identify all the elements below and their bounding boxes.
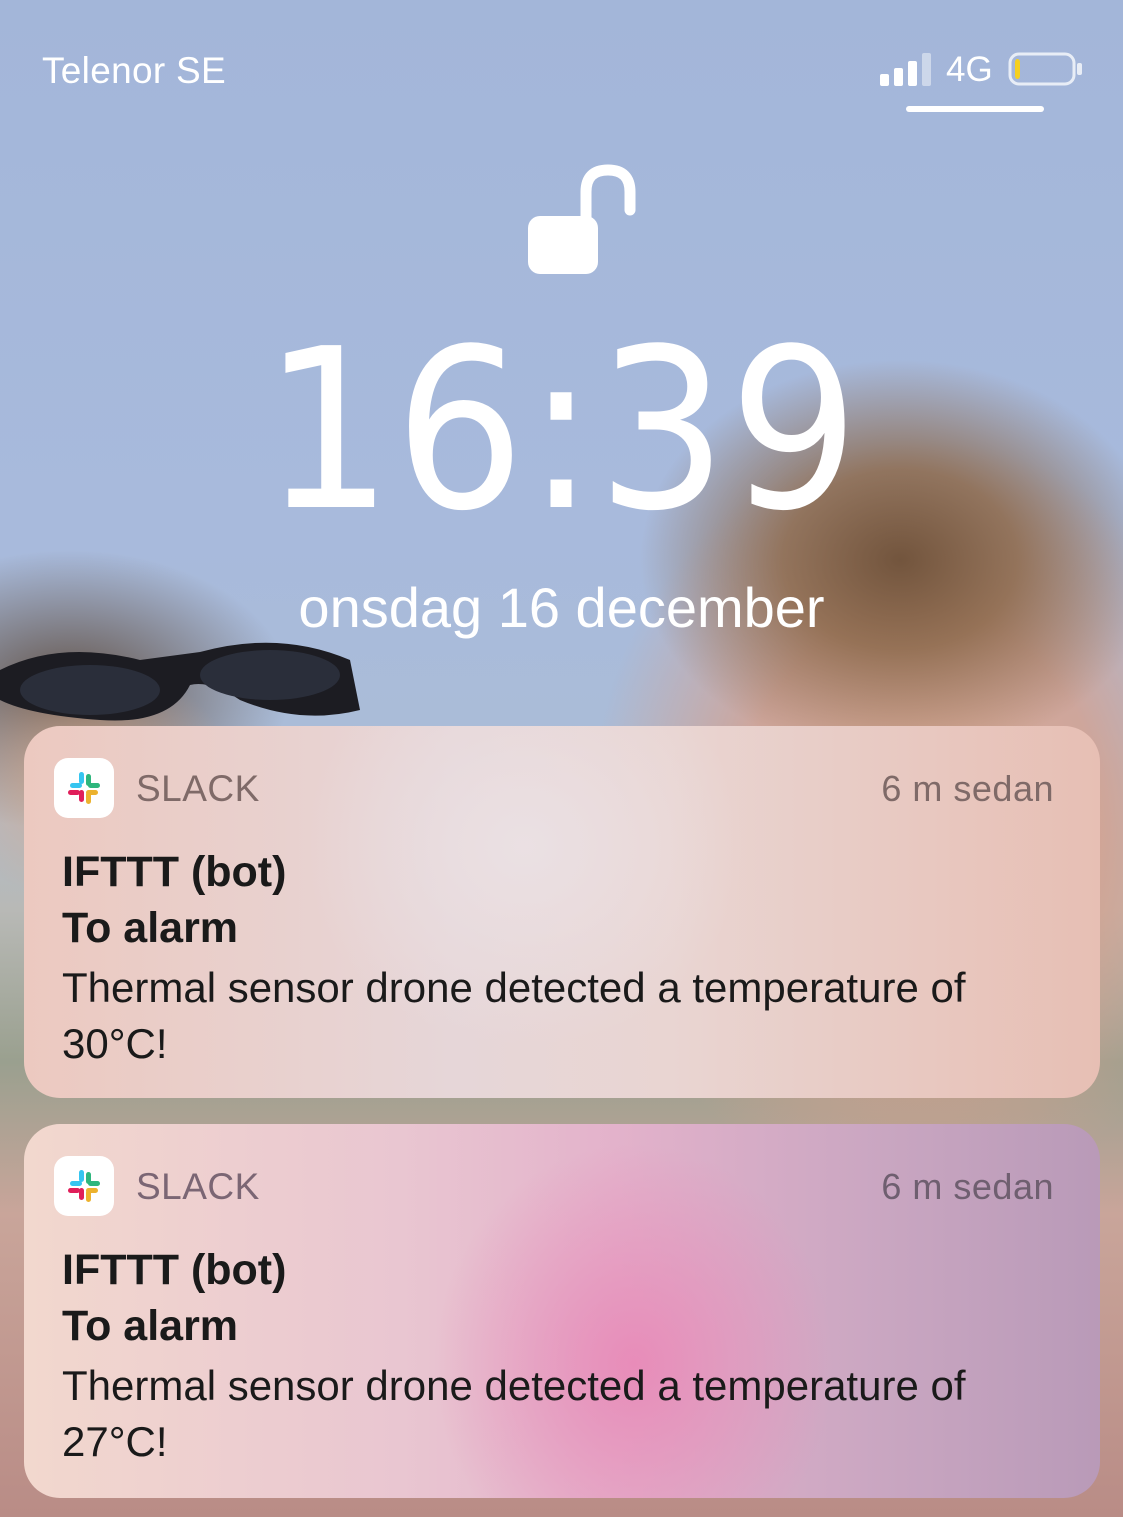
- sunglasses-image: [0, 642, 360, 721]
- status-bar: Telenor SE 4G: [0, 0, 1123, 120]
- slack-logo-icon: [68, 772, 100, 804]
- notification-app-name: SLACK: [136, 768, 260, 809]
- clock-time: 16:39: [262, 302, 861, 560]
- notification-card[interactable]: SLACK 6 m sedan IFTTT (bot) To alarm The…: [24, 726, 1100, 1098]
- network-type-label: 4G: [946, 50, 993, 89]
- slack-logo-icon: [68, 1170, 100, 1202]
- notification-app-name: SLACK: [136, 1166, 260, 1207]
- control-center-indicator[interactable]: [906, 106, 1044, 112]
- notification-channel: To alarm: [62, 1302, 239, 1350]
- notification-channel: To alarm: [62, 904, 239, 952]
- notification-card[interactable]: SLACK 6 m sedan IFTTT (bot) To alarm The…: [24, 1124, 1100, 1498]
- carrier-label: Telenor SE: [42, 50, 226, 91]
- notification-timestamp: 6 m sedan: [881, 1166, 1054, 1207]
- lock-screen-date: onsdag 16 december: [298, 576, 825, 639]
- unlocked-padlock-icon: [528, 164, 636, 274]
- notification-sender: IFTTT (bot): [62, 1246, 287, 1294]
- notification-message: Thermal sensor drone detected a temperat…: [62, 964, 966, 1067]
- cellular-signal-icon: [880, 53, 931, 86]
- battery-icon: [1008, 52, 1082, 86]
- notification-sender: IFTTT (bot): [62, 848, 287, 896]
- notification-timestamp: 6 m sedan: [881, 768, 1054, 809]
- notification-message: Thermal sensor drone detected a temperat…: [62, 1362, 966, 1465]
- slack-app-icon: [54, 758, 114, 818]
- slack-app-icon: [54, 1156, 114, 1216]
- lock-screen-clock: 16:39: [0, 320, 1123, 542]
